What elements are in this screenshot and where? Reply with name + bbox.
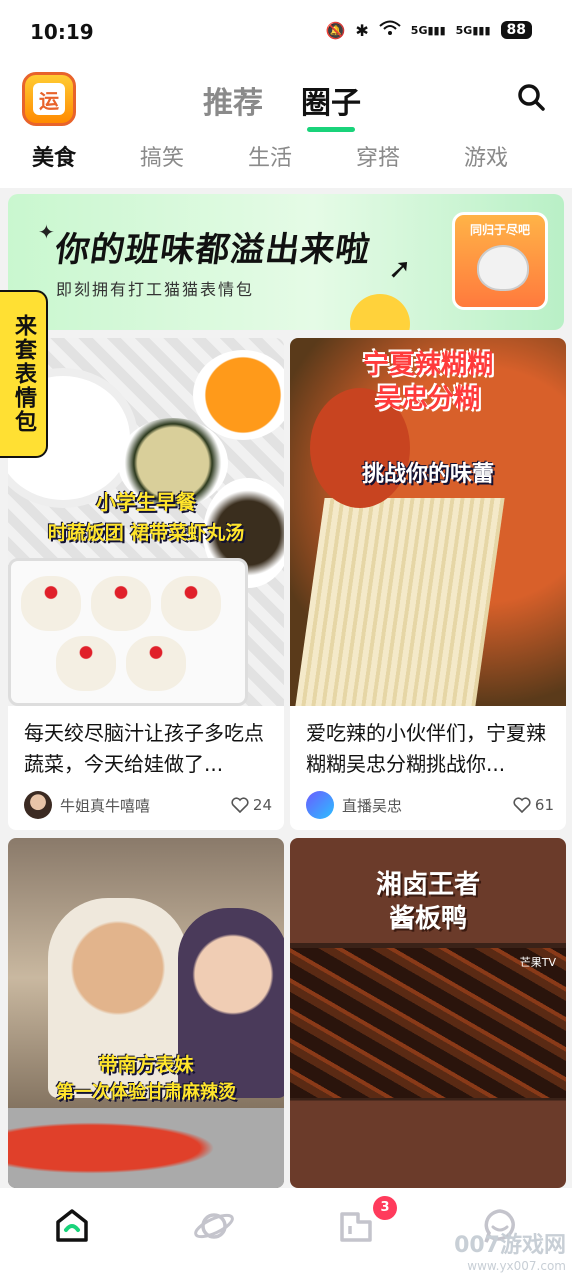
feed-card-title: 每天绞尽脑汁让孩子多吃点蔬菜，今天给娃做了... [24, 721, 264, 776]
sticker-side-tag[interactable]: 来套表情包 [0, 290, 48, 458]
signal-icon: 5G▮▮▮ [410, 23, 446, 37]
search-icon [518, 84, 545, 111]
app-logo[interactable]: 运 [22, 72, 76, 126]
feed-card[interactable]: 小学生早餐 时蔬饭团 裙带菜虾丸汤 每天绞尽脑汁让孩子多吃点蔬菜，今天给娃做了.… [8, 338, 284, 830]
logo-icon: 运 [33, 83, 65, 115]
tab-circle[interactable]: 圈子 [301, 78, 361, 132]
sparkle-icon: ✦ [38, 220, 55, 244]
category-food[interactable]: 美食 [0, 140, 108, 184]
message-icon [340, 1212, 372, 1242]
status-time: 10:19 [30, 20, 94, 44]
image-caption: 宁夏辣糊糊 [362, 350, 493, 380]
feed-card[interactable]: 带南方表妹 第一次体验甘肃麻辣烫 [8, 838, 284, 1188]
category-games[interactable]: 游戏 [432, 140, 540, 184]
cat-sticker-label: 同归于尽吧 [469, 223, 530, 237]
category-life[interactable]: 生活 [216, 140, 324, 184]
category-outfit[interactable]: 穿搭 [324, 140, 432, 184]
home-icon [56, 1209, 88, 1242]
cat-face-image [477, 245, 529, 291]
feed-card-meta: 牛姐真牛嘻嘻 24 [24, 790, 272, 820]
duck-dish-image [290, 948, 566, 1098]
category-funny[interactable]: 搞笑 [108, 140, 216, 184]
feed-card-image: 湘卤王者 酱板鸭 芒果TV [290, 838, 566, 1188]
image-caption: 湘卤王者 [375, 870, 480, 900]
author-name[interactable]: 牛姐真牛嘻嘻 [60, 795, 231, 816]
cat-sticker-image: 同归于尽吧 [452, 212, 548, 310]
smiley-icon [350, 294, 410, 330]
watermark-url: www.yx007.com [467, 1259, 566, 1273]
main-tabs: 推荐 圈子 [203, 78, 361, 132]
battery-indicator: 88 [500, 21, 532, 39]
status-icons: 🔕 ✱ 5G▮▮▮ 5G▮▮▮ 88 [325, 20, 532, 40]
search-button[interactable] [516, 82, 546, 112]
app-header: 运 推荐 圈子 [0, 66, 572, 132]
avatar[interactable] [306, 791, 334, 819]
feed-card[interactable]: 湘卤王者 酱板鸭 芒果TV [290, 838, 566, 1188]
heart-icon [231, 797, 249, 813]
rice-ball-tray-image [8, 558, 248, 706]
banner-subtitle: 即刻拥有打工猫猫表情包 [56, 280, 255, 299]
noodle-image [295, 498, 505, 706]
feed-card-image: 带南方表妹 第一次体验甘肃麻辣烫 [8, 838, 284, 1188]
hotpot-image [8, 1108, 284, 1188]
promo-banner[interactable]: ✦ 你的班味都溢出来啦 即刻拥有打工猫猫表情包 ➚ 同归于尽吧 [8, 194, 564, 330]
like-count: 61 [534, 796, 554, 814]
bluetooth-icon: ✱ [355, 20, 369, 40]
nav-messages[interactable] [336, 1206, 376, 1246]
heart-icon [513, 797, 531, 813]
signal-icon-2: 5G▮▮▮ [455, 23, 491, 37]
nav-discover[interactable] [192, 1206, 234, 1246]
image-caption: 酱板鸭 [388, 904, 467, 934]
banner-title: 你的班味都溢出来啦 [52, 230, 374, 270]
watermark: 007游戏网 www.yx007.com [454, 1227, 566, 1273]
status-bar: 10:19 🔕 ✱ 5G▮▮▮ 5G▮▮▮ 88 [0, 0, 572, 66]
mute-icon: 🔕 [325, 20, 346, 40]
avatar[interactable] [24, 791, 52, 819]
notification-badge: 3 [373, 1196, 397, 1220]
feed-card[interactable]: 宁夏辣糊糊 吴忠分糊 挑战你的味蕾 爱吃辣的小伙伴们，宁夏辣糊糊吴忠分糊挑战你.… [290, 338, 566, 830]
feed-card-meta: 直播吴忠 61 [306, 790, 554, 820]
feed-card-title: 爱吃辣的小伙伴们，宁夏辣糊糊吴忠分糊挑战你... [306, 721, 546, 776]
category-tabs: 美食 搞笑 生活 穿搭 游戏 [0, 140, 572, 184]
feed-card-image: 宁夏辣糊糊 吴忠分糊 挑战你的味蕾 [290, 338, 566, 706]
tab-recommend[interactable]: 推荐 [203, 78, 263, 122]
channel-logo: 芒果TV [519, 956, 556, 969]
image-caption: 挑战你的味蕾 [361, 462, 494, 487]
cursor-icon: ➚ [388, 252, 412, 285]
image-caption: 吴忠分糊 [375, 384, 480, 414]
like-button[interactable]: 24 [231, 796, 272, 814]
like-button[interactable]: 61 [513, 796, 554, 814]
image-caption: 时蔬饭团 裙带菜虾丸汤 [47, 522, 245, 544]
wifi-icon [379, 20, 401, 40]
author-name[interactable]: 直播吴忠 [342, 795, 513, 816]
like-count: 24 [252, 796, 272, 814]
image-caption: 第一次体验甘肃麻辣烫 [56, 1082, 236, 1103]
feed-card-image: 小学生早餐 时蔬饭团 裙带菜虾丸汤 [8, 338, 284, 706]
watermark-title: 007游戏网 [454, 1233, 566, 1258]
nav-home[interactable] [52, 1206, 92, 1246]
image-caption: 小学生早餐 [96, 490, 196, 514]
planet-icon [194, 1213, 234, 1239]
image-caption: 带南方表妹 [98, 1054, 194, 1076]
